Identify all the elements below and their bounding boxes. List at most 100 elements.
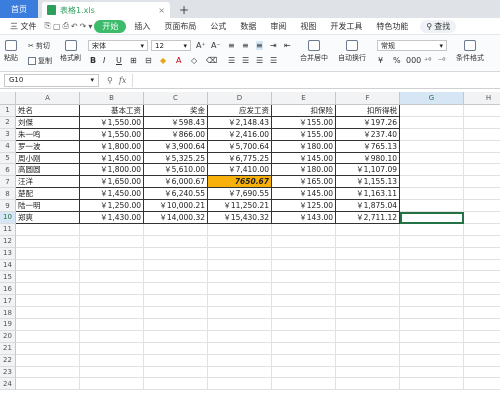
cell-h13[interactable]	[464, 248, 500, 260]
currency-button[interactable]: ¥	[378, 56, 383, 65]
cell-c19[interactable]	[144, 319, 208, 331]
cell-b12[interactable]	[80, 235, 144, 248]
cell-h11[interactable]	[464, 224, 500, 236]
cell-c10[interactable]: ￥14,000.32	[144, 212, 208, 224]
home-tab[interactable]: 首页	[0, 0, 38, 18]
cell-g15[interactable]	[400, 271, 464, 284]
cell-g24[interactable]	[400, 378, 464, 391]
column-header-e[interactable]: E	[272, 92, 336, 105]
cell-e24[interactable]	[272, 378, 336, 391]
cell-g17[interactable]	[400, 295, 464, 308]
cell-e23[interactable]	[272, 366, 336, 379]
cell-b5[interactable]: ￥1,450.00	[80, 152, 144, 165]
cell-e17[interactable]	[272, 295, 336, 308]
cell-c6[interactable]: ￥5,610.00	[144, 164, 208, 177]
cell-b23[interactable]	[80, 366, 144, 379]
cell-h8[interactable]	[464, 188, 500, 201]
cell-h20[interactable]	[464, 331, 500, 343]
outdent-icon[interactable]: ⇤	[284, 41, 291, 50]
cell-b15[interactable]	[80, 271, 144, 284]
select-all-corner[interactable]	[0, 92, 16, 105]
cell-f17[interactable]	[336, 295, 400, 308]
row-header[interactable]: 10	[0, 212, 16, 224]
cell-a6[interactable]: 高圆圆	[16, 164, 80, 177]
cell-c22[interactable]	[144, 354, 208, 367]
cell-h14[interactable]	[464, 260, 500, 272]
row-header[interactable]: 18	[0, 307, 16, 320]
cell-f5[interactable]: ￥980.10	[336, 152, 400, 165]
tab-special[interactable]: 特色功能	[370, 21, 414, 32]
more-icon[interactable]: ▾	[88, 22, 92, 31]
tab-formulas[interactable]: 公式	[204, 21, 232, 32]
cell-d16[interactable]	[208, 283, 272, 296]
cell-c13[interactable]	[144, 247, 208, 260]
cell-a5[interactable]: 周小刚	[16, 152, 80, 165]
cell-g6[interactable]	[400, 164, 464, 177]
cell-b10[interactable]: ￥1,430.00	[80, 212, 144, 224]
row-header[interactable]: 5	[0, 152, 16, 165]
eraser-icon[interactable]: ⌫	[206, 56, 217, 65]
cell-a12[interactable]	[16, 235, 80, 248]
document-tab[interactable]: 表格1.xls ×	[42, 2, 170, 18]
redo-icon[interactable]: ↷	[80, 22, 87, 31]
clear-format-icon[interactable]: ◇	[191, 56, 197, 65]
cell-c1[interactable]: 奖金	[144, 105, 208, 117]
tab-page-layout[interactable]: 页面布局	[158, 21, 202, 32]
cell-a16[interactable]	[16, 283, 80, 296]
cell-c14[interactable]	[144, 259, 208, 272]
cell-b20[interactable]	[80, 330, 144, 343]
thousands-button[interactable]: 000	[406, 56, 421, 65]
cell-h6[interactable]	[464, 164, 500, 177]
cell-e21[interactable]	[272, 342, 336, 355]
cell-b11[interactable]	[80, 223, 144, 236]
cell-g22[interactable]	[400, 354, 464, 367]
cell-f19[interactable]	[336, 319, 400, 331]
new-tab-button[interactable]: +	[176, 2, 192, 18]
row-header[interactable]: 11	[0, 223, 16, 236]
row-header[interactable]: 2	[0, 116, 16, 129]
fill-color-icon[interactable]: ◆	[160, 56, 166, 65]
cell-c15[interactable]	[144, 271, 208, 284]
cell-b3[interactable]: ￥1,550.00	[80, 128, 144, 141]
format-painter-button[interactable]: 格式刷	[60, 40, 81, 63]
cell-b22[interactable]	[80, 354, 144, 367]
cell-e2[interactable]: ￥155.00	[272, 116, 336, 129]
cell-f10[interactable]: ￥2,711.12	[336, 212, 400, 224]
cell-a23[interactable]	[16, 366, 80, 379]
cell-h15[interactable]	[464, 271, 500, 284]
cell-d6[interactable]: ￥7,410.00	[208, 164, 272, 177]
column-header-b[interactable]: B	[80, 92, 144, 105]
decrease-font-icon[interactable]: A⁻	[211, 41, 221, 50]
cell-a8[interactable]: 楚配	[16, 188, 80, 201]
cell-g19[interactable]	[400, 319, 464, 331]
cell-b17[interactable]	[80, 295, 144, 308]
cell-h16[interactable]	[464, 283, 500, 296]
tab-start[interactable]: 开始	[94, 19, 127, 33]
cell-c12[interactable]	[144, 235, 208, 248]
cell-f13[interactable]	[336, 247, 400, 260]
merge-center-button[interactable]: 合并居中	[300, 40, 328, 63]
tab-data[interactable]: 数据	[234, 21, 262, 32]
cell-b9[interactable]: ￥1,250.00	[80, 200, 144, 213]
cell-f8[interactable]: ￥1,163.11	[336, 188, 400, 201]
cell-h23[interactable]	[464, 367, 500, 379]
align-top-icon[interactable]: ≡	[228, 41, 235, 50]
italic-button[interactable]: I	[103, 56, 105, 65]
cell-h19[interactable]	[464, 319, 500, 331]
cell-d3[interactable]: ￥2,416.00	[208, 128, 272, 141]
cell-c2[interactable]: ￥598.43	[144, 116, 208, 129]
row-header[interactable]: 7	[0, 176, 16, 189]
cell-g8[interactable]	[400, 188, 464, 201]
cell-e12[interactable]	[272, 235, 336, 248]
cell-f4[interactable]: ￥765.13	[336, 140, 400, 153]
cell-a3[interactable]: 朱一鸣	[16, 128, 80, 141]
cell-b14[interactable]	[80, 259, 144, 272]
cell-e5[interactable]: ￥145.00	[272, 152, 336, 165]
cell-a21[interactable]	[16, 342, 80, 355]
cell-b7[interactable]: ￥1,650.00	[80, 176, 144, 189]
cell-f23[interactable]	[336, 366, 400, 379]
file-menu[interactable]: 三 文件	[4, 21, 43, 32]
row-header[interactable]: 20	[0, 330, 16, 343]
cell-e16[interactable]	[272, 283, 336, 296]
cell-b1[interactable]: 基本工资	[80, 105, 144, 117]
